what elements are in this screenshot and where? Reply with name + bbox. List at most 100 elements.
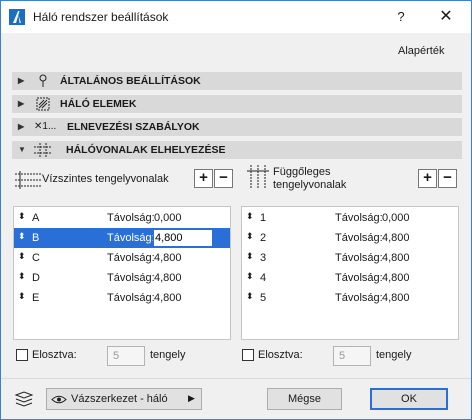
- drag-handle-icon[interactable]: ⬍: [246, 211, 254, 222]
- section-naming-rules[interactable]: ▶ ✕1... ELNEVEZÉSI SZABÁLYOK: [12, 118, 462, 136]
- list-item[interactable]: ⬍ D Távolság: 4,800: [14, 268, 230, 288]
- section-label: ÁLTALÁNOS BEÁLLÍTÁSOK: [60, 75, 201, 87]
- expand-arrow-icon: ▶: [18, 122, 25, 131]
- distance-label: Távolság:: [335, 272, 383, 284]
- distribute-horizontal-unit: tengely: [150, 349, 186, 361]
- expand-arrow-icon: ▶: [18, 99, 25, 108]
- grid-lines-icon: [34, 143, 52, 157]
- gridline-name: D: [32, 272, 40, 284]
- distance-label: Távolság:: [335, 292, 383, 304]
- drag-handle-icon[interactable]: ⬍: [246, 251, 254, 262]
- dialog-window: Háló rendszer beállítások ? ✕ Alapérték …: [0, 0, 472, 420]
- remove-vertical-button[interactable]: −: [438, 169, 457, 188]
- horizontal-gridlines-list[interactable]: ⬍ A Távolság: 0,000 ⬍ B Távolság: 4,800 …: [13, 206, 231, 340]
- gridline-name: 4: [260, 272, 267, 284]
- distance-value[interactable]: 4,800: [382, 272, 410, 284]
- remove-horizontal-button[interactable]: −: [214, 169, 233, 188]
- add-horizontal-button[interactable]: +: [194, 169, 213, 188]
- pin-icon: [39, 74, 47, 87]
- help-button[interactable]: ?: [381, 1, 421, 33]
- distance-value[interactable]: 0,000: [382, 212, 410, 224]
- close-button[interactable]: ✕: [421, 1, 471, 33]
- layers-icon: [14, 391, 34, 407]
- gridline-name: 1: [260, 212, 267, 224]
- ok-button[interactable]: OK: [370, 388, 448, 410]
- gridline-name: A: [32, 212, 40, 224]
- drag-handle-icon[interactable]: ⬍: [18, 271, 26, 282]
- gridline-name: C: [32, 252, 40, 264]
- distribute-vertical-checkbox[interactable]: [242, 349, 254, 361]
- archicad-logo-icon: [9, 9, 25, 25]
- list-item[interactable]: ⬍ A Távolság: 0,000: [14, 208, 230, 228]
- vertical-gridlines-list[interactable]: ⬍ 1 Távolság: 0,000 ⬍ 2 Távolság: 4,800 …: [241, 206, 459, 340]
- section-grid-elements[interactable]: ▶ HÁLÓ ELEMEK: [12, 95, 462, 113]
- cancel-button[interactable]: Mégse: [267, 388, 342, 410]
- vertical-gridlines-title-line2: tengelyvonalak: [273, 179, 347, 191]
- distribute-vertical-label: Elosztva:: [258, 349, 303, 361]
- section-general-settings[interactable]: ▶ ÁLTALÁNOS BEÁLLÍTÁSOK: [12, 72, 462, 90]
- distance-value[interactable]: 0,000: [154, 212, 182, 224]
- drag-handle-icon[interactable]: ⬍: [246, 291, 254, 302]
- numbering-icon: ✕1...: [34, 121, 57, 132]
- vertical-gridlines-title-line1: Függőleges: [273, 166, 331, 178]
- section-gridline-placement[interactable]: ▼ HÁLÓVONALAK ELHELYEZÉSE: [12, 141, 462, 159]
- gridline-name: 2: [260, 232, 267, 244]
- expand-arrow-icon: ▶: [18, 76, 25, 85]
- section-label: HÁLÓ ELEMEK: [60, 98, 137, 110]
- list-item[interactable]: ⬍ 2 Távolság: 4,800: [242, 228, 458, 248]
- distance-label: Távolság:: [107, 272, 155, 284]
- distance-label: Távolság:: [107, 292, 155, 304]
- distribute-horizontal-count[interactable]: 5: [107, 346, 145, 366]
- gridline-name: 5: [260, 292, 267, 304]
- gridline-name: E: [32, 292, 40, 304]
- distance-label: Távolság:: [107, 212, 155, 224]
- dropdown-arrow-icon: ▶: [188, 393, 195, 403]
- title-bar: Háló rendszer beállítások ? ✕: [1, 1, 471, 33]
- add-vertical-button[interactable]: +: [418, 169, 437, 188]
- horizontal-gridlines-icon: [15, 171, 41, 189]
- drag-handle-icon[interactable]: ⬍: [18, 231, 26, 242]
- section-label: ELNEVEZÉSI SZABÁLYOK: [67, 121, 200, 133]
- distance-input[interactable]: 4,800: [153, 229, 213, 247]
- distance-value[interactable]: 4,800: [382, 232, 410, 244]
- layer-dropdown[interactable]: Vázszerkezet - háló ▶: [46, 388, 202, 410]
- distribute-vertical-unit: tengely: [376, 349, 412, 361]
- list-item[interactable]: ⬍ 5 Távolság: 4,800: [242, 288, 458, 308]
- window-title: Háló rendszer beállítások: [33, 10, 169, 24]
- hatch-box-icon: [36, 97, 50, 111]
- drag-handle-icon[interactable]: ⬍: [18, 251, 26, 262]
- distance-label: Távolság:: [335, 252, 383, 264]
- distance-label: Távolság:: [107, 232, 155, 244]
- distance-value[interactable]: 4,800: [154, 272, 182, 284]
- distance-value[interactable]: 4,800: [154, 292, 182, 304]
- distance-value[interactable]: 4,800: [382, 292, 410, 304]
- list-item[interactable]: ⬍ 4 Távolság: 4,800: [242, 268, 458, 288]
- distance-label: Távolság:: [335, 232, 383, 244]
- horizontal-gridlines-title: Vízszintes tengelyvonalak: [42, 173, 169, 185]
- section-label: HÁLÓVONALAK ELHELYEZÉSE: [66, 144, 226, 156]
- distribute-horizontal-checkbox[interactable]: [16, 349, 28, 361]
- gridline-name: B: [32, 232, 40, 244]
- eye-icon: [51, 395, 67, 404]
- vertical-gridlines-icon: [247, 165, 269, 189]
- distance-label: Távolság:: [107, 252, 155, 264]
- list-item[interactable]: ⬍ 3 Távolság: 4,800: [242, 248, 458, 268]
- distance-value[interactable]: 4,800: [382, 252, 410, 264]
- drag-handle-icon[interactable]: ⬍: [18, 291, 26, 302]
- list-item[interactable]: ⬍ E Távolság: 4,800: [14, 288, 230, 308]
- drag-handle-icon[interactable]: ⬍: [246, 231, 254, 242]
- collapse-arrow-icon: ▼: [18, 145, 26, 154]
- distance-value[interactable]: 4,800: [154, 252, 182, 264]
- distribute-horizontal-label: Elosztva:: [32, 349, 77, 361]
- drag-handle-icon[interactable]: ⬍: [18, 211, 26, 222]
- layer-dropdown-value: Vázszerkezet - háló: [71, 393, 168, 405]
- defaults-link[interactable]: Alapérték: [398, 45, 444, 57]
- distribute-vertical-count[interactable]: 5: [333, 346, 371, 366]
- distance-label: Távolság:: [335, 212, 383, 224]
- drag-handle-icon[interactable]: ⬍: [246, 271, 254, 282]
- list-item[interactable]: ⬍ 1 Távolság: 0,000: [242, 208, 458, 228]
- footer-divider: [1, 378, 471, 379]
- list-item-selected[interactable]: ⬍ B Távolság: 4,800: [14, 228, 230, 248]
- list-item[interactable]: ⬍ C Távolság: 4,800: [14, 248, 230, 268]
- gridline-name: 3: [260, 252, 267, 264]
